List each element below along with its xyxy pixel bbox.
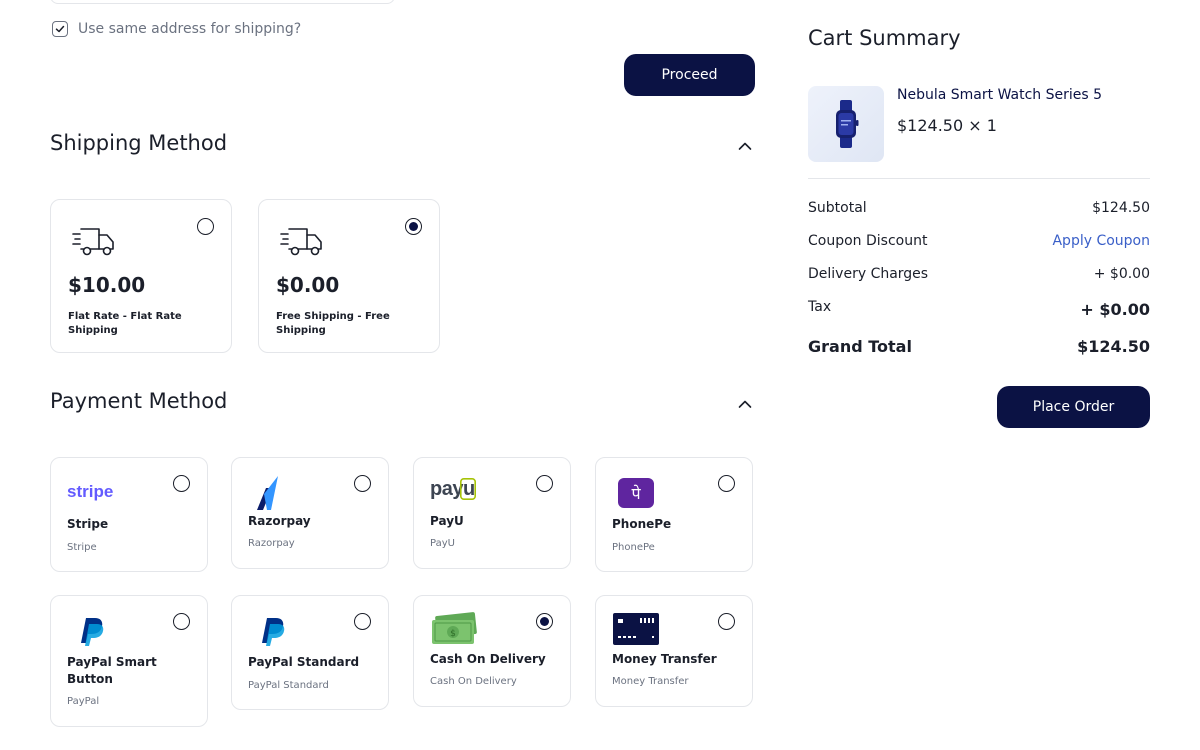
shipping-option-flat-rate[interactable]: $10.00 Flat Rate - Flat Rate Shipping — [50, 199, 232, 353]
payment-radio-payu[interactable] — [536, 475, 553, 492]
payu-logo: payu — [430, 477, 476, 501]
payment-subtitle: PayPal Standard — [248, 680, 329, 691]
apply-coupon-link[interactable]: Apply Coupon — [1052, 233, 1150, 249]
chevron-up-icon[interactable] — [738, 399, 752, 409]
product-image[interactable] — [808, 86, 884, 162]
product-price-quantity: $124.50 × 1 — [897, 116, 997, 135]
chevron-up-icon[interactable] — [738, 141, 752, 151]
cash-icon: $ — [432, 612, 477, 644]
delivery-truck-icon — [280, 228, 322, 256]
payment-radio-cash-on-delivery[interactable] — [536, 613, 553, 630]
payment-name: PhonePe — [612, 517, 672, 531]
shipping-price: $0.00 — [276, 273, 340, 297]
cart-summary-title: Cart Summary — [808, 26, 961, 50]
delivery-truck-icon — [72, 228, 114, 256]
payment-radio-stripe[interactable] — [173, 475, 190, 492]
shipping-label: Flat Rate - Flat Rate Shipping — [68, 311, 182, 336]
smartwatch-image — [836, 100, 859, 148]
payment-name: PayPal Smart Button — [67, 655, 157, 686]
coupon-discount-label: Coupon Discount — [808, 233, 928, 249]
payment-name: Stripe — [67, 517, 109, 531]
payment-name: PayPal Standard — [248, 655, 360, 669]
payment-subtitle: Cash On Delivery — [430, 676, 517, 687]
paypal-logo — [81, 618, 104, 646]
summary-divider — [808, 178, 1150, 179]
subtotal-label: Subtotal — [808, 200, 867, 216]
grand-total-label: Grand Total — [808, 337, 912, 356]
payment-subtitle: Razorpay — [248, 538, 295, 549]
payment-name: Money Transfer — [612, 652, 717, 666]
payment-option-stripe[interactable]: stripe Stripe Stripe — [50, 457, 208, 572]
shipping-label: Free Shipping - Free Shipping — [276, 311, 390, 336]
shipping-option-free[interactable]: $0.00 Free Shipping - Free Shipping — [258, 199, 440, 353]
payment-subtitle: PayU — [430, 538, 455, 549]
same-address-checkbox[interactable] — [52, 21, 68, 37]
shipping-radio-free[interactable] — [405, 218, 422, 235]
shipping-radio-flat-rate[interactable] — [197, 218, 214, 235]
payment-option-razorpay[interactable]: Razorpay Razorpay — [231, 457, 389, 569]
product-name[interactable]: Nebula Smart Watch Series 5 — [897, 87, 1102, 103]
svg-text:$: $ — [450, 629, 456, 639]
payment-radio-paypal-standard[interactable] — [354, 613, 371, 630]
payment-subtitle: PhonePe — [612, 542, 655, 553]
phonepe-logo: पे — [618, 478, 654, 508]
tax-label: Tax — [808, 299, 832, 315]
same-address-checkbox-row[interactable]: Use same address for shipping? — [52, 21, 301, 37]
payment-option-paypal-smart[interactable]: PayPal Smart Button PayPal — [50, 595, 208, 727]
payment-radio-phonepe[interactable] — [718, 475, 735, 492]
delivery-charges-label: Delivery Charges — [808, 266, 929, 282]
address-input-edge[interactable] — [50, 0, 395, 4]
stripe-logo: stripe — [67, 482, 114, 501]
payment-name: Razorpay — [248, 514, 311, 528]
payment-radio-paypal-smart[interactable] — [173, 613, 190, 630]
delivery-charges-value: + $0.00 — [1093, 266, 1150, 282]
payment-name: PayU — [430, 514, 464, 528]
paypal-logo — [262, 618, 285, 646]
shipping-method-title: Shipping Method — [50, 131, 228, 155]
shipping-price: $10.00 — [68, 273, 146, 297]
payment-radio-money-transfer[interactable] — [718, 613, 735, 630]
payment-option-payu[interactable]: payu PayU PayU — [413, 457, 571, 569]
payment-subtitle: Stripe — [67, 542, 97, 553]
payment-option-money-transfer[interactable]: Money Transfer Money Transfer — [595, 595, 753, 707]
tax-value: + $0.00 — [1080, 300, 1150, 319]
proceed-button[interactable]: Proceed — [624, 54, 755, 96]
payment-option-phonepe[interactable]: पे PhonePe PhonePe — [595, 457, 753, 572]
payment-method-title: Payment Method — [50, 389, 228, 413]
payment-subtitle: Money Transfer — [612, 676, 689, 687]
payu-u-mark — [459, 477, 476, 500]
payment-option-paypal-standard[interactable]: PayPal Standard PayPal Standard — [231, 595, 389, 710]
payment-radio-razorpay[interactable] — [354, 475, 371, 492]
check-icon — [55, 25, 65, 33]
payment-name: Cash On Delivery — [430, 652, 546, 666]
razorpay-logo — [257, 476, 278, 510]
payment-subtitle: PayPal — [67, 696, 100, 707]
place-order-button[interactable]: Place Order — [997, 386, 1150, 428]
same-address-label: Use same address for shipping? — [78, 21, 302, 37]
subtotal-value: $124.50 — [1092, 200, 1150, 216]
payment-option-cash-on-delivery[interactable]: $ Cash On Delivery Cash On Delivery — [413, 595, 571, 707]
bank-card-icon — [613, 613, 659, 645]
grand-total-value: $124.50 — [1077, 337, 1150, 356]
